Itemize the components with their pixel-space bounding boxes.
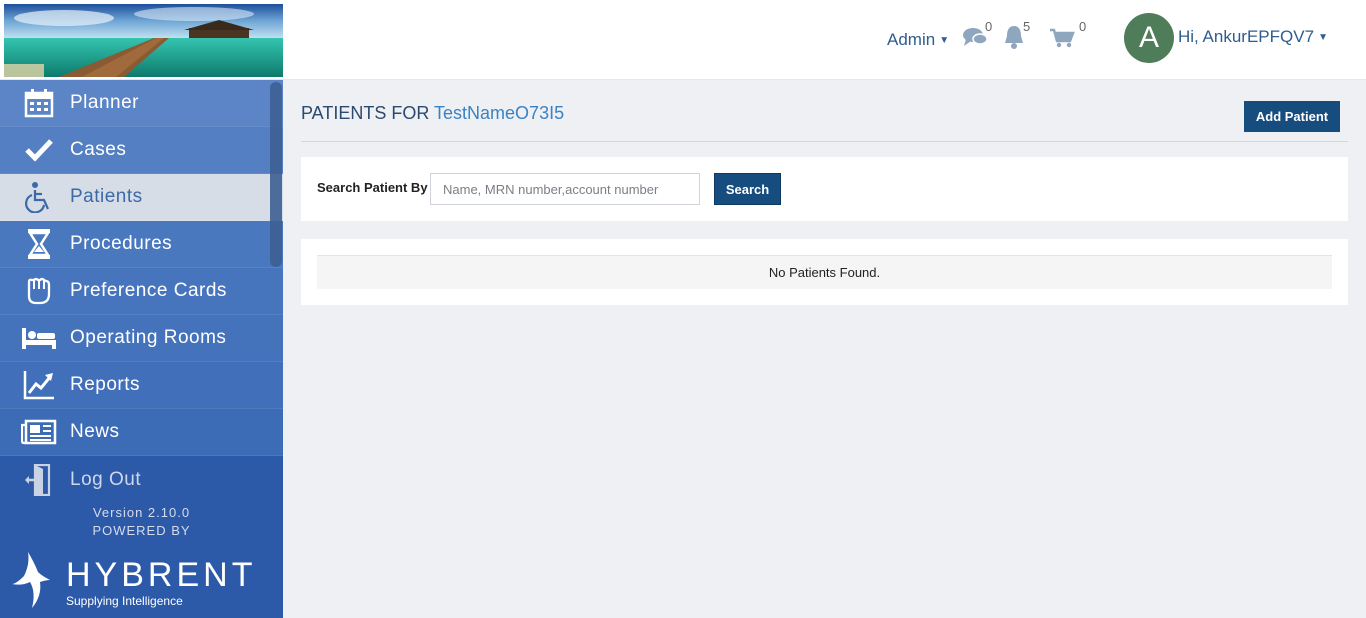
- cart-count-badge: 0: [1079, 19, 1087, 34]
- results-panel: No Patients Found.: [301, 239, 1348, 305]
- sidebar-item-label: Log Out: [70, 468, 142, 490]
- notifications-count-badge: 5: [1023, 19, 1031, 34]
- powered-by-label: POWERED BY: [92, 523, 191, 538]
- hybrent-bird-icon: [12, 552, 50, 608]
- newspaper-icon: [0, 419, 70, 445]
- user-menu-dropdown[interactable]: Hi, AnkurEPFQV7 ▼: [1178, 27, 1328, 47]
- sidebar-scrollbar[interactable]: [270, 82, 282, 267]
- sidebar-item-news[interactable]: News: [0, 409, 283, 456]
- sidebar-item-label: Operating Rooms: [70, 327, 227, 348]
- sidebar-item-label: Preference Cards: [70, 280, 227, 301]
- hybrent-logo: HYBRENT Supplying Intelligence: [10, 550, 270, 610]
- sidebar-item-label: Reports: [70, 374, 141, 395]
- shopping-cart-icon: [1049, 28, 1075, 48]
- cart-button[interactable]: [1049, 28, 1075, 48]
- chart-line-icon: [0, 370, 70, 400]
- app-version: Version 2.10.0: [92, 505, 191, 520]
- page-title-prefix: PATIENTS FOR: [301, 103, 430, 123]
- door-exit-icon: [0, 463, 70, 496]
- page-title-name[interactable]: TestNameO73I5: [434, 103, 564, 123]
- title-divider: [301, 141, 1348, 142]
- sidebar-item-preference-cards[interactable]: Preference Cards: [0, 268, 283, 315]
- add-patient-button[interactable]: Add Patient: [1244, 101, 1340, 132]
- messages-count-badge: 0: [985, 19, 993, 34]
- header-banner-image: [4, 4, 283, 77]
- sidebar-item-operating-rooms[interactable]: Operating Rooms: [0, 315, 283, 362]
- page-title: PATIENTS FOR TestNameO73I5: [301, 103, 564, 124]
- sidebar-item-label: Planner: [70, 92, 139, 113]
- brand-tagline: Supplying Intelligence: [66, 594, 183, 608]
- bed-icon: [0, 326, 70, 350]
- wheelchair-icon: [0, 181, 70, 213]
- hourglass-icon: [0, 228, 70, 260]
- empty-results-message: No Patients Found.: [317, 255, 1332, 289]
- search-label: Search Patient By: [317, 180, 428, 195]
- admin-label: Admin: [887, 30, 936, 49]
- user-avatar[interactable]: A: [1124, 13, 1174, 63]
- admin-dropdown[interactable]: Admin ▼: [887, 30, 949, 50]
- sidebar: Planner Cases Patients Procedures Prefer…: [0, 80, 283, 618]
- sidebar-item-log-out[interactable]: Log Out: [0, 456, 283, 503]
- calendar-icon: [0, 88, 70, 118]
- brand-name: HYBRENT: [66, 556, 257, 594]
- search-button[interactable]: Search: [714, 173, 781, 205]
- sidebar-item-patients[interactable]: Patients: [0, 174, 283, 221]
- sidebar-item-label: Procedures: [70, 233, 173, 254]
- sidebar-item-cases[interactable]: Cases: [0, 127, 283, 174]
- glove-icon: [0, 276, 70, 306]
- sidebar-item-procedures[interactable]: Procedures: [0, 221, 283, 268]
- sidebar-item-label: Cases: [70, 139, 127, 160]
- user-greeting: Hi, AnkurEPFQV7: [1178, 27, 1315, 46]
- checkmark-icon: [0, 138, 70, 162]
- sidebar-item-label: Patients: [70, 186, 143, 207]
- sidebar-item-reports[interactable]: Reports: [0, 362, 283, 409]
- sidebar-item-label: News: [70, 421, 120, 442]
- caret-down-icon: ▼: [1318, 32, 1328, 44]
- search-patient-input[interactable]: [430, 173, 700, 205]
- top-header: Admin ▼ 0 5 0 A Hi, AnkurEPFQV7 ▼: [0, 0, 1366, 80]
- sidebar-item-planner[interactable]: Planner: [0, 80, 283, 127]
- caret-down-icon: ▼: [939, 35, 950, 47]
- search-panel: Search Patient By Search: [301, 157, 1348, 221]
